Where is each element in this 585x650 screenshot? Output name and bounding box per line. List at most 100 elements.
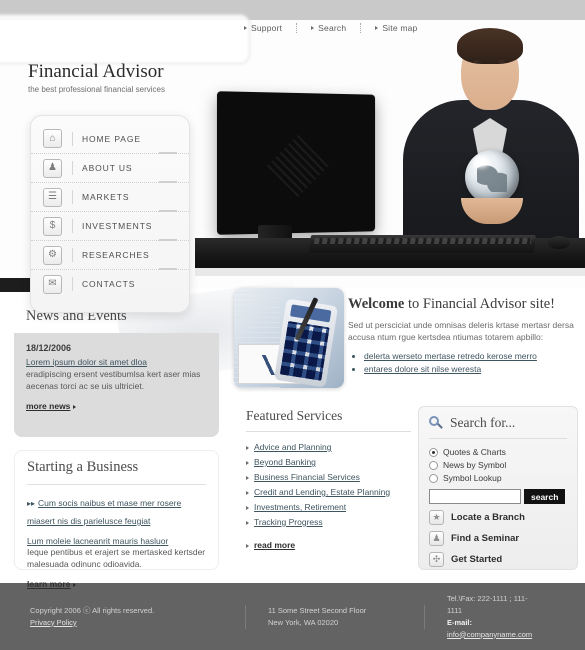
- menu-item-markets[interactable]: ☰ MARKETS: [31, 182, 189, 212]
- chevron-right-icon: [244, 26, 247, 30]
- welcome-section: Welcome to Financial Advisor site! Sed u…: [348, 295, 580, 376]
- radio-icon[interactable]: [429, 460, 438, 470]
- welcome-bullet-label: entares dolore sit nilse weresta: [364, 364, 482, 374]
- business-title: Starting a Business: [27, 459, 139, 475]
- menu-item-researches[interactable]: ⚙ RESEARCHES: [31, 240, 189, 270]
- service-link[interactable]: Tracking Progress: [254, 515, 323, 530]
- read-more-row[interactable]: read more: [246, 538, 411, 553]
- quick-link-get-started[interactable]: ✣ Get Started: [429, 552, 567, 567]
- topnav-item-search[interactable]: Search: [297, 23, 362, 33]
- list-item[interactable]: Tracking Progress: [246, 515, 411, 530]
- divider: [429, 438, 567, 439]
- search-header: Search for...: [429, 415, 567, 431]
- featured-services-panel: Featured Services Advice and Planning Be…: [246, 408, 411, 553]
- right-eye: [498, 60, 505, 63]
- welcome-title-bold: Welcome: [348, 296, 405, 312]
- service-link[interactable]: Credit and Lending, Estate Planning: [254, 485, 390, 500]
- radio-icon[interactable]: [429, 473, 438, 483]
- list-item[interactable]: delerta werseto mertase retredo kerose m…: [364, 350, 580, 363]
- divider: [72, 131, 73, 146]
- footer-copyright: Copyright 2006 ⓒ All rights reserved.: [30, 605, 155, 615]
- menu-item-contacts[interactable]: ✉ CONTACTS: [31, 269, 189, 298]
- footer-contact-column: Tel.\Fax: 222-1111 ; 111-1111 E-mail: in…: [425, 593, 555, 641]
- footer-address-line1: 11 Some Street Second Floor: [268, 605, 367, 615]
- business-lead-row: ▸▸ Cum socis naibus et mase mer rosere mi…: [27, 493, 206, 529]
- topnav-item-support[interactable]: Support: [230, 23, 298, 33]
- list-item[interactable]: Advice and Planning: [246, 440, 411, 455]
- chevron-right-icon: [246, 475, 249, 480]
- people-icon: ♟: [43, 158, 62, 178]
- more-news-link[interactable]: more news: [26, 401, 77, 411]
- logo-plate-inner: [1, 23, 237, 57]
- service-link[interactable]: Investments, Retirement: [254, 500, 346, 515]
- list-item[interactable]: entares dolore sit nilse weresta: [364, 363, 580, 376]
- list-item[interactable]: Beyond Banking: [246, 455, 411, 470]
- service-link[interactable]: Advice and Planning: [254, 440, 332, 455]
- menu-item-investments[interactable]: $ INVESTMENTS: [31, 211, 189, 241]
- menu-item-label: CONTACTS: [82, 279, 136, 289]
- divider: [72, 248, 73, 262]
- footer-email-row: E-mail: info@companyname.com: [447, 617, 533, 641]
- footer-email-link[interactable]: info@companyname.com: [447, 630, 532, 639]
- calendar-icon: ♟: [429, 531, 444, 546]
- search-option-symbol-lookup[interactable]: Symbol Lookup: [429, 473, 567, 483]
- quick-link-find-a-seminar[interactable]: ♟ Find a Seminar: [429, 531, 567, 546]
- star-icon: ★: [429, 510, 444, 525]
- monitor-screen-pattern: [266, 134, 329, 197]
- business-body: ▸▸ Cum socis naibus et mase mer rosere mi…: [15, 493, 218, 592]
- search-option-quotes-charts[interactable]: Quotes & Charts: [429, 447, 567, 457]
- quick-link-label: Locate a Branch: [451, 512, 525, 523]
- privacy-policy-link[interactable]: Privacy Policy: [30, 618, 77, 627]
- read-more-link[interactable]: read more: [254, 538, 295, 553]
- list-item[interactable]: Business Financial Services: [246, 470, 411, 485]
- chevron-right-icon: [73, 405, 77, 409]
- divider: [72, 190, 73, 204]
- topnav-item-site-map[interactable]: Site map: [361, 23, 431, 33]
- business-lead-link[interactable]: Cum socis naibus et mase mer rosere mias…: [27, 498, 181, 526]
- featured-services-list: Advice and Planning Beyond Banking Busin…: [246, 440, 411, 553]
- starting-a-business-panel: Starting a Business ▸▸ Cum socis naibus e…: [14, 450, 219, 589]
- welcome-bullets: delerta werseto mertase retredo kerose m…: [364, 350, 580, 376]
- footer-phone: Tel.\Fax: 222-1111 ; 111-1111: [447, 593, 528, 615]
- glass-globe-icon: [465, 150, 519, 204]
- envelope-icon: ✉: [43, 274, 62, 294]
- main-menu[interactable]: ⌂ HOME PAGE ♟ ABOUT US ☰ MARKETS $ INVES…: [30, 115, 190, 313]
- learn-more-link[interactable]: learn more: [27, 579, 77, 589]
- service-link[interactable]: Business Financial Services: [254, 470, 360, 485]
- quick-link-locate-a-branch[interactable]: ★ Locate a Branch: [429, 510, 567, 525]
- search-button[interactable]: search: [524, 489, 566, 504]
- chevron-right-icon: [246, 445, 249, 450]
- search-input[interactable]: [429, 489, 521, 504]
- menu-item-label: ABOUT US: [82, 163, 133, 173]
- double-chevron-icon: ▸▸: [27, 499, 36, 508]
- chevron-right-icon: [246, 490, 249, 495]
- welcome-title: Welcome to Financial Advisor site!: [348, 295, 580, 313]
- search-option-news-by-symbol[interactable]: News by Symbol: [429, 460, 567, 470]
- divider: [27, 484, 206, 485]
- list-item[interactable]: Credit and Lending, Estate Planning: [246, 485, 411, 500]
- news-headline-link[interactable]: Lorem ipsum dolor sit amet dloa: [26, 357, 207, 367]
- menu-item-home-page[interactable]: ⌂ HOME PAGE: [31, 124, 189, 154]
- radio-label: News by Symbol: [443, 460, 507, 470]
- list-item[interactable]: Investments, Retirement: [246, 500, 411, 515]
- chevron-right-icon: [375, 26, 379, 30]
- footer-copyright-column: Copyright 2006 ⓒ All rights reserved. Pr…: [30, 605, 245, 629]
- footer-columns: Copyright 2006 ⓒ All rights reserved. Pr…: [0, 583, 585, 650]
- service-link[interactable]: Beyond Banking: [254, 455, 316, 470]
- chevron-right-icon: [311, 26, 315, 30]
- plus-icon: ✣: [429, 552, 444, 567]
- menu-item-label: RESEARCHES: [82, 250, 150, 260]
- brand-block[interactable]: Financial Advisor the best professional …: [28, 62, 165, 95]
- welcome-paragraph: Sed ut persciciat unde omnisas deleris k…: [348, 320, 574, 342]
- businessman-photo: [395, 22, 585, 270]
- desk-edge: [195, 268, 585, 276]
- menu-item-label: INVESTMENTS: [82, 221, 153, 231]
- top-navigation[interactable]: Support Search Site map: [230, 17, 431, 39]
- business-sub-link[interactable]: Lum moleie lacneanrit mauris hasluor: [27, 536, 206, 546]
- radio-icon[interactable]: [429, 447, 438, 457]
- calculator-keys: [279, 320, 330, 381]
- menu-item-about-us[interactable]: ♟ ABOUT US: [31, 153, 189, 183]
- topnav-label: Support: [251, 23, 283, 33]
- menu-item-label: MARKETS: [82, 192, 130, 202]
- footer: Copyright 2006 ⓒ All rights reserved. Pr…: [0, 583, 585, 650]
